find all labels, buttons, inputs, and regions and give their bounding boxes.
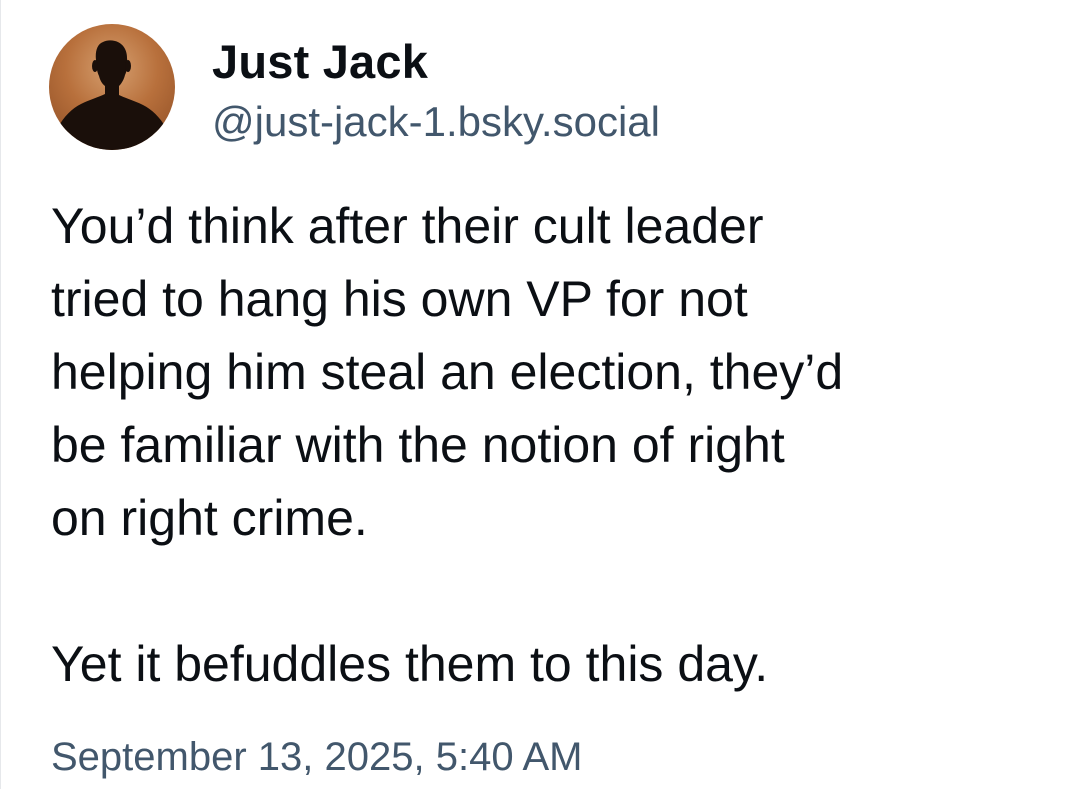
author-handle[interactable]: @just-jack-1.bsky.social [212,96,660,148]
post-body: You’d think after their cult leader trie… [51,190,1051,701]
author-display-name[interactable]: Just Jack [212,34,428,90]
author-avatar[interactable] [49,24,175,150]
post-card: Just Jack @just-jack-1.bsky.social You’d… [0,0,1080,789]
silhouette-avatar-icon [55,40,169,150]
post-paragraph: Yet it befuddles them to this day. [51,636,769,692]
post-paragraph: You’d think after their cult leader trie… [51,198,844,546]
post-timestamp[interactable]: September 13, 2025, 5:40 AM [51,732,582,782]
